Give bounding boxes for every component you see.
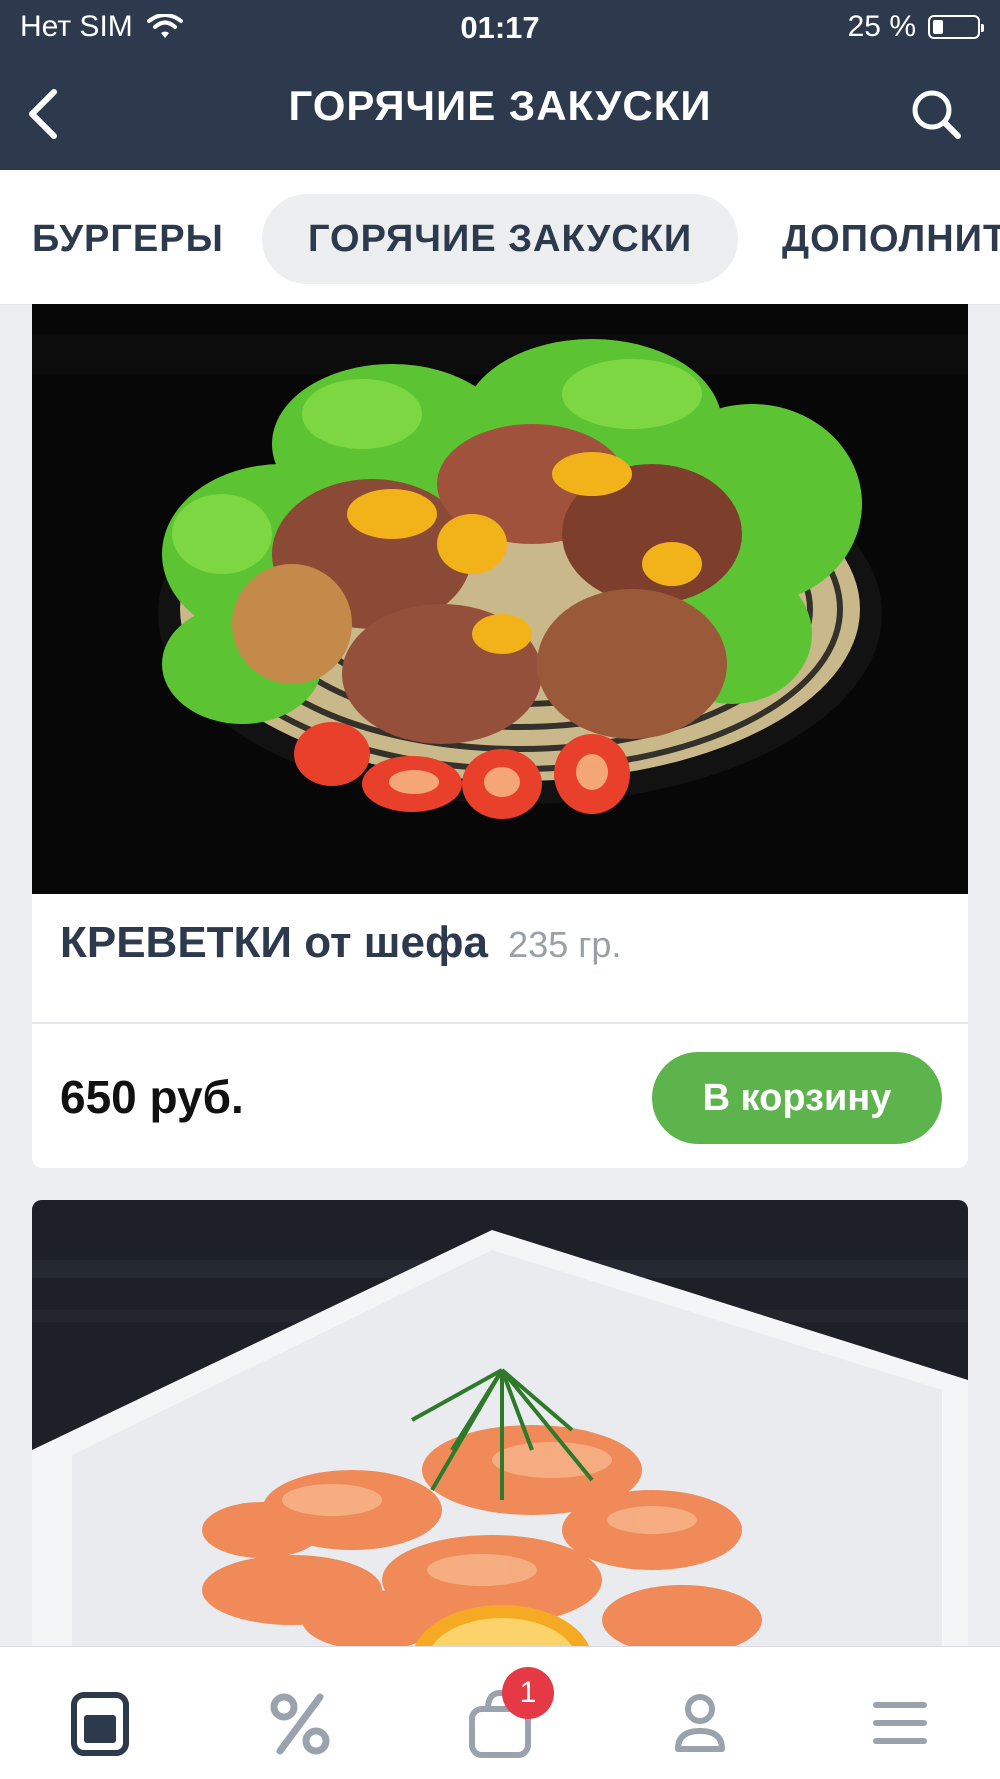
- menu-icon: [71, 1692, 129, 1756]
- product-photo: [32, 304, 968, 894]
- tab-burgers[interactable]: БУРГЕРЫ: [32, 194, 224, 284]
- battery-icon: [928, 15, 984, 39]
- product-price: 650 руб.: [60, 1071, 244, 1123]
- product-photo: [32, 1200, 968, 1660]
- page-title: ГОРЯЧИЕ ЗАКУСКИ: [288, 82, 712, 129]
- search-icon: [912, 90, 961, 139]
- tab-hot-appetizers[interactable]: ГОРЯЧИЕ ЗАКУСКИ: [262, 194, 739, 284]
- discount-icon: [270, 1693, 330, 1755]
- top-bar: Нет SIM 01:17 25 % ГОРЯЧИЕ ЗАКУСКИ: [0, 0, 1000, 170]
- product-title: КРЕВЕТКИ от шефа: [60, 918, 488, 967]
- nav-more[interactable]: [860, 1683, 940, 1763]
- product-card[interactable]: [32, 1200, 968, 1660]
- battery-level: [933, 20, 943, 34]
- bottom-nav: 1: [0, 1646, 1000, 1779]
- tab-additional[interactable]: ДОПОЛНИТ: [782, 194, 1000, 284]
- cart-count-badge: 1: [502, 1667, 554, 1719]
- search-button[interactable]: [908, 86, 964, 142]
- nav-discounts[interactable]: [260, 1683, 340, 1763]
- hamburger-icon: [873, 1702, 927, 1744]
- nav-menu[interactable]: [60, 1683, 140, 1763]
- nav-profile[interactable]: [660, 1683, 740, 1763]
- product-card[interactable]: КРЕВЕТКИ от шефа 235 гр. 650 руб. В корз…: [32, 304, 968, 1168]
- product-name: КРЕВЕТКИ от шефа 235 гр.: [60, 918, 621, 968]
- card-divider: [32, 1022, 968, 1024]
- profile-icon: [675, 1694, 725, 1752]
- product-weight: 235 гр.: [508, 924, 622, 965]
- category-tabs: БУРГЕРЫ ГОРЯЧИЕ ЗАКУСКИ ДОПОЛНИТ: [0, 170, 1000, 305]
- battery-percent: 25 %: [847, 10, 916, 43]
- add-to-cart-button[interactable]: В корзину: [652, 1052, 942, 1144]
- status-battery: 25 %: [847, 10, 984, 44]
